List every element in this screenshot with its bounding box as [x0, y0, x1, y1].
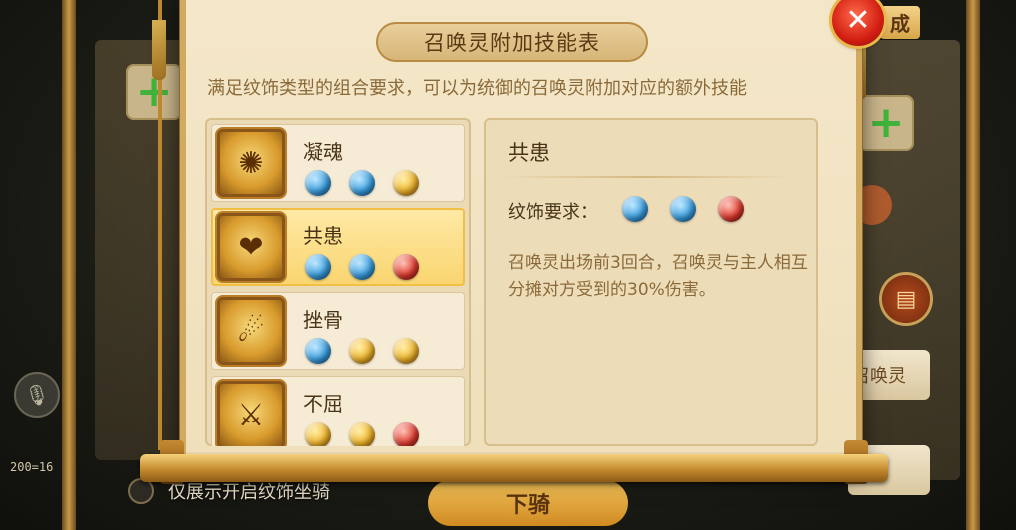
blue-gem-icon [305, 170, 331, 196]
gold-gem-icon [393, 170, 419, 196]
left-pillar [62, 0, 76, 530]
left-tassel [152, 20, 166, 80]
requirement-label: 纹饰要求： [508, 202, 598, 223]
red-gem-icon [718, 196, 744, 222]
gold-gem-icon [393, 338, 419, 364]
gold-gem-icon [349, 338, 375, 364]
skill-row-cuogu[interactable]: ☄ 挫骨 [211, 292, 465, 370]
skill-row-buqu[interactable]: ⚔ 不屈 [211, 376, 465, 446]
fps-readout: 200=16 [10, 460, 54, 474]
dialog-subtitle: 满足纹饰类型的组合要求，可以为统御的召唤灵附加对应的额外技能 [207, 78, 747, 99]
blue-gem-icon [622, 196, 648, 222]
ninghun-skill-icon: ✺ [217, 129, 285, 197]
blue-gem-icon [670, 196, 696, 222]
right-pillar [966, 0, 980, 530]
blue-gem-icon [349, 170, 375, 196]
skill-name: 凝魂 [303, 140, 343, 164]
gold-gem-icon [305, 422, 331, 446]
dialog-title: 召唤灵附加技能表 [424, 31, 600, 55]
skill-name: 挫骨 [303, 308, 343, 332]
detail-divider [500, 176, 790, 178]
blue-gem-icon [305, 254, 331, 280]
close-icon: ✕ [845, 2, 871, 38]
corner-action-button[interactable]: 成 [880, 6, 920, 39]
skill-description: 召唤灵出场前3回合，召唤灵与主人相互分摊对方受到的30%伤害。 [508, 253, 808, 300]
skill-name: 共患 [303, 224, 343, 248]
cuogu-skill-icon: ☄ [217, 297, 285, 365]
ride-button[interactable]: 下骑 [428, 480, 628, 526]
add-slot-right-button[interactable]: + [858, 95, 914, 151]
gonghuan-skill-icon: ❤ [217, 213, 285, 281]
red-gem-icon [393, 422, 419, 446]
detail-skill-name: 共患 [508, 141, 550, 165]
gold-gem-icon [349, 422, 375, 446]
dialog-title-banner: 召唤灵附加技能表 [376, 22, 648, 62]
book-icon[interactable]: ▤ [882, 275, 930, 323]
skill-row-ninghun[interactable]: ✺ 凝魂 [211, 124, 465, 202]
scroll-rod [140, 454, 888, 482]
skill-name: 不屈 [303, 392, 343, 416]
blue-gem-icon [305, 338, 331, 364]
skill-list[interactable]: ✺ 凝魂 ❤ 共患 ☄ 挫骨 ⚔ 不屈 [205, 118, 471, 446]
buqu-skill-icon: ⚔ [217, 381, 285, 446]
microphone-icon[interactable]: 🎙 [14, 372, 60, 418]
red-gem-icon [393, 254, 419, 280]
blue-gem-icon [349, 254, 375, 280]
skill-row-gonghuan[interactable]: ❤ 共患 [211, 208, 465, 286]
